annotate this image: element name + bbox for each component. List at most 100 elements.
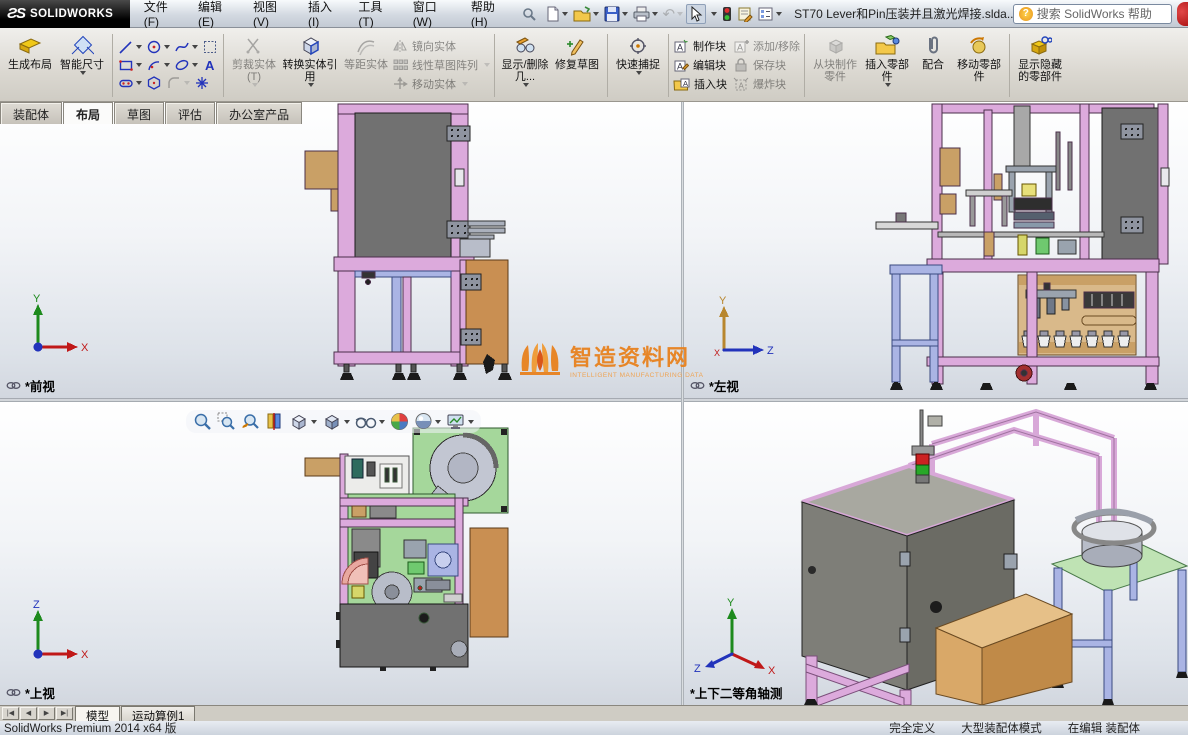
sketch-polygon-icon[interactable] [145, 75, 163, 91]
sheet-nav-buttons: |◀ ◀ ▶ ▶| [2, 707, 73, 720]
new-document-button[interactable] [543, 5, 570, 23]
triad-dimetric: Y X Z [694, 597, 776, 677]
select-tool-button[interactable] [686, 3, 707, 24]
sketch-arc-icon[interactable] [145, 57, 171, 73]
view-orientation-button[interactable] [288, 412, 318, 431]
sketch-ellipse-icon[interactable] [173, 57, 199, 73]
nav-prev-button[interactable]: ◀ [20, 707, 37, 720]
sketch-spline-icon[interactable] [173, 39, 199, 55]
left-axis-right-label: Z [767, 345, 774, 357]
tab-evaluate[interactable]: 评估 [165, 102, 216, 124]
edit-block-icon: A [674, 60, 689, 72]
tab-layout[interactable]: 布局 [63, 102, 114, 124]
view-link-icon [6, 382, 21, 389]
make-layout-button[interactable]: 生成布局 [4, 31, 56, 101]
trim-entities-button[interactable]: 剪裁实体(T) [228, 31, 280, 101]
nav-last-button[interactable]: ▶| [56, 707, 73, 720]
mate-button[interactable]: 配合 [913, 31, 953, 101]
undo-button[interactable]: ↶ [661, 4, 686, 24]
file-properties-button[interactable] [735, 5, 755, 23]
move-entities-button[interactable]: 移动实体 [392, 76, 490, 92]
document-title: ST70 Lever和Pin压装并且激光焊接.slda... [794, 7, 1013, 21]
watermark: 智造资料网 INTELLIGENT MANUFACTURING DATA [518, 340, 703, 379]
mirror-entities-button[interactable]: 镜向实体 [392, 38, 490, 54]
mate-icon [924, 33, 942, 59]
insert-components-button[interactable]: 插入零部件 [861, 31, 913, 101]
explode-block-icon: A [733, 77, 749, 91]
smart-dimension-icon [70, 33, 94, 59]
nav-first-button[interactable]: |◀ [2, 707, 19, 720]
nav-next-button[interactable]: ▶ [38, 707, 55, 720]
left-view-drawing: Y Z X [714, 103, 1170, 390]
selection-box-icon[interactable] [201, 39, 219, 55]
convert-entities-button[interactable]: 转换实体引用 [280, 31, 340, 101]
solidworks-window: ƧS SOLIDWORKS 文件(F) 编辑(E) 视图(V) 插入(I) 工具… [0, 0, 1188, 735]
status-bar: SolidWorks Premium 2014 x64 版 完全定义 大型装配体… [0, 721, 1188, 735]
graphics-area: Y X *前视 Y Z X *左视 Z X *上视 Y X Z *上下二等角轴测… [0, 102, 1188, 705]
front-axis-right-label: X [81, 342, 89, 354]
repair-sketch-button[interactable]: 修复草图 [551, 31, 603, 101]
tab-office-products[interactable]: 办公室产品 [216, 102, 303, 124]
viewport-dimetric[interactable]: Y X Z *上下二等角轴测 [684, 402, 1188, 705]
status-product: SolidWorks Premium 2014 x64 版 [4, 723, 177, 735]
move-entities-icon [394, 77, 408, 89]
model-tab[interactable]: 模型 [75, 706, 120, 723]
display-delete-relations-button[interactable]: 显示/删除几... [499, 31, 551, 101]
show-hidden-components-button[interactable]: 显示隐藏的零部件 [1014, 31, 1066, 101]
horizontal-splitter[interactable] [0, 398, 1188, 402]
triad-front: Y X [33, 293, 89, 354]
sketch-circle-icon[interactable] [145, 39, 171, 55]
solidworks-logo-icon: ƧS [7, 5, 26, 22]
sketch-text-icon[interactable]: A [201, 57, 219, 73]
sketch-slot-icon[interactable] [117, 75, 143, 91]
viewport-top[interactable]: Z X *上视 [0, 402, 681, 705]
add-remove-button[interactable]: A 添加/移除 [733, 38, 800, 54]
apply-scene-button[interactable] [413, 412, 442, 431]
save-block-button[interactable]: 保存块 [733, 57, 800, 73]
viewport-left[interactable]: Y Z X *左视 [684, 102, 1188, 398]
tab-sketch[interactable]: 草图 [114, 102, 165, 124]
svg-text:A: A [205, 58, 215, 73]
tab-assembly[interactable]: 装配体 [0, 102, 63, 124]
explode-block-button[interactable]: A 爆炸块 [733, 76, 800, 92]
help-icon: ? [1018, 6, 1033, 21]
motion-study-tab[interactable]: 运动算例1 [121, 706, 196, 723]
options-button[interactable] [756, 5, 784, 23]
section-view-button[interactable] [264, 412, 285, 431]
select-dropdown[interactable] [707, 11, 719, 17]
vertical-splitter[interactable] [681, 102, 684, 705]
sketch-point-icon[interactable] [193, 75, 211, 91]
edit-block-button[interactable]: A 编辑块 [673, 57, 727, 73]
sketch-line-icon[interactable] [117, 39, 143, 55]
rebuild-button[interactable] [720, 5, 734, 23]
zoom-to-area-button[interactable] [216, 412, 237, 431]
hide-show-items-button[interactable] [354, 412, 386, 431]
sketch-fillet-icon[interactable] [165, 75, 191, 91]
edit-appearance-button[interactable] [389, 412, 410, 431]
help-search-box[interactable]: ? 搜索 SolidWorks 帮助 [1012, 3, 1172, 24]
make-layout-icon [17, 33, 43, 59]
previous-view-button[interactable] [240, 412, 261, 431]
offset-entities-button[interactable]: 等距实体 [340, 31, 392, 101]
save-button[interactable] [602, 5, 630, 23]
print-button[interactable] [631, 5, 660, 23]
linear-sketch-pattern-button[interactable]: 线性草图阵列 [392, 57, 490, 73]
view-settings-button[interactable] [445, 412, 475, 431]
insert-block-button[interactable]: A 插入块 [673, 76, 727, 92]
move-component-button[interactable]: 移动零部件 [953, 31, 1005, 101]
solidworks-logo-text: SOLIDWORKS [30, 7, 114, 20]
quick-snaps-button[interactable]: 快速捕捉 [612, 31, 664, 101]
convert-entities-icon [298, 33, 322, 59]
smart-dimension-button[interactable]: 智能尺寸 [56, 31, 108, 101]
menu-search-icon[interactable] [519, 5, 539, 23]
display-style-button[interactable] [321, 412, 351, 431]
dimetric-axis-left-label: Z [694, 663, 701, 675]
make-block-button[interactable]: A 制作块 [673, 38, 727, 54]
make-part-from-block-button[interactable]: 从块制作零件 [809, 31, 861, 101]
command-manager-tabs: 装配体 布局 草图 评估 办公室产品 [0, 102, 303, 124]
zoom-to-fit-button[interactable] [192, 412, 213, 431]
mirror-entities-icon [393, 40, 407, 52]
watermark-logo-icon [520, 342, 560, 375]
open-document-button[interactable] [571, 5, 601, 23]
sketch-rectangle-icon[interactable] [117, 57, 143, 73]
